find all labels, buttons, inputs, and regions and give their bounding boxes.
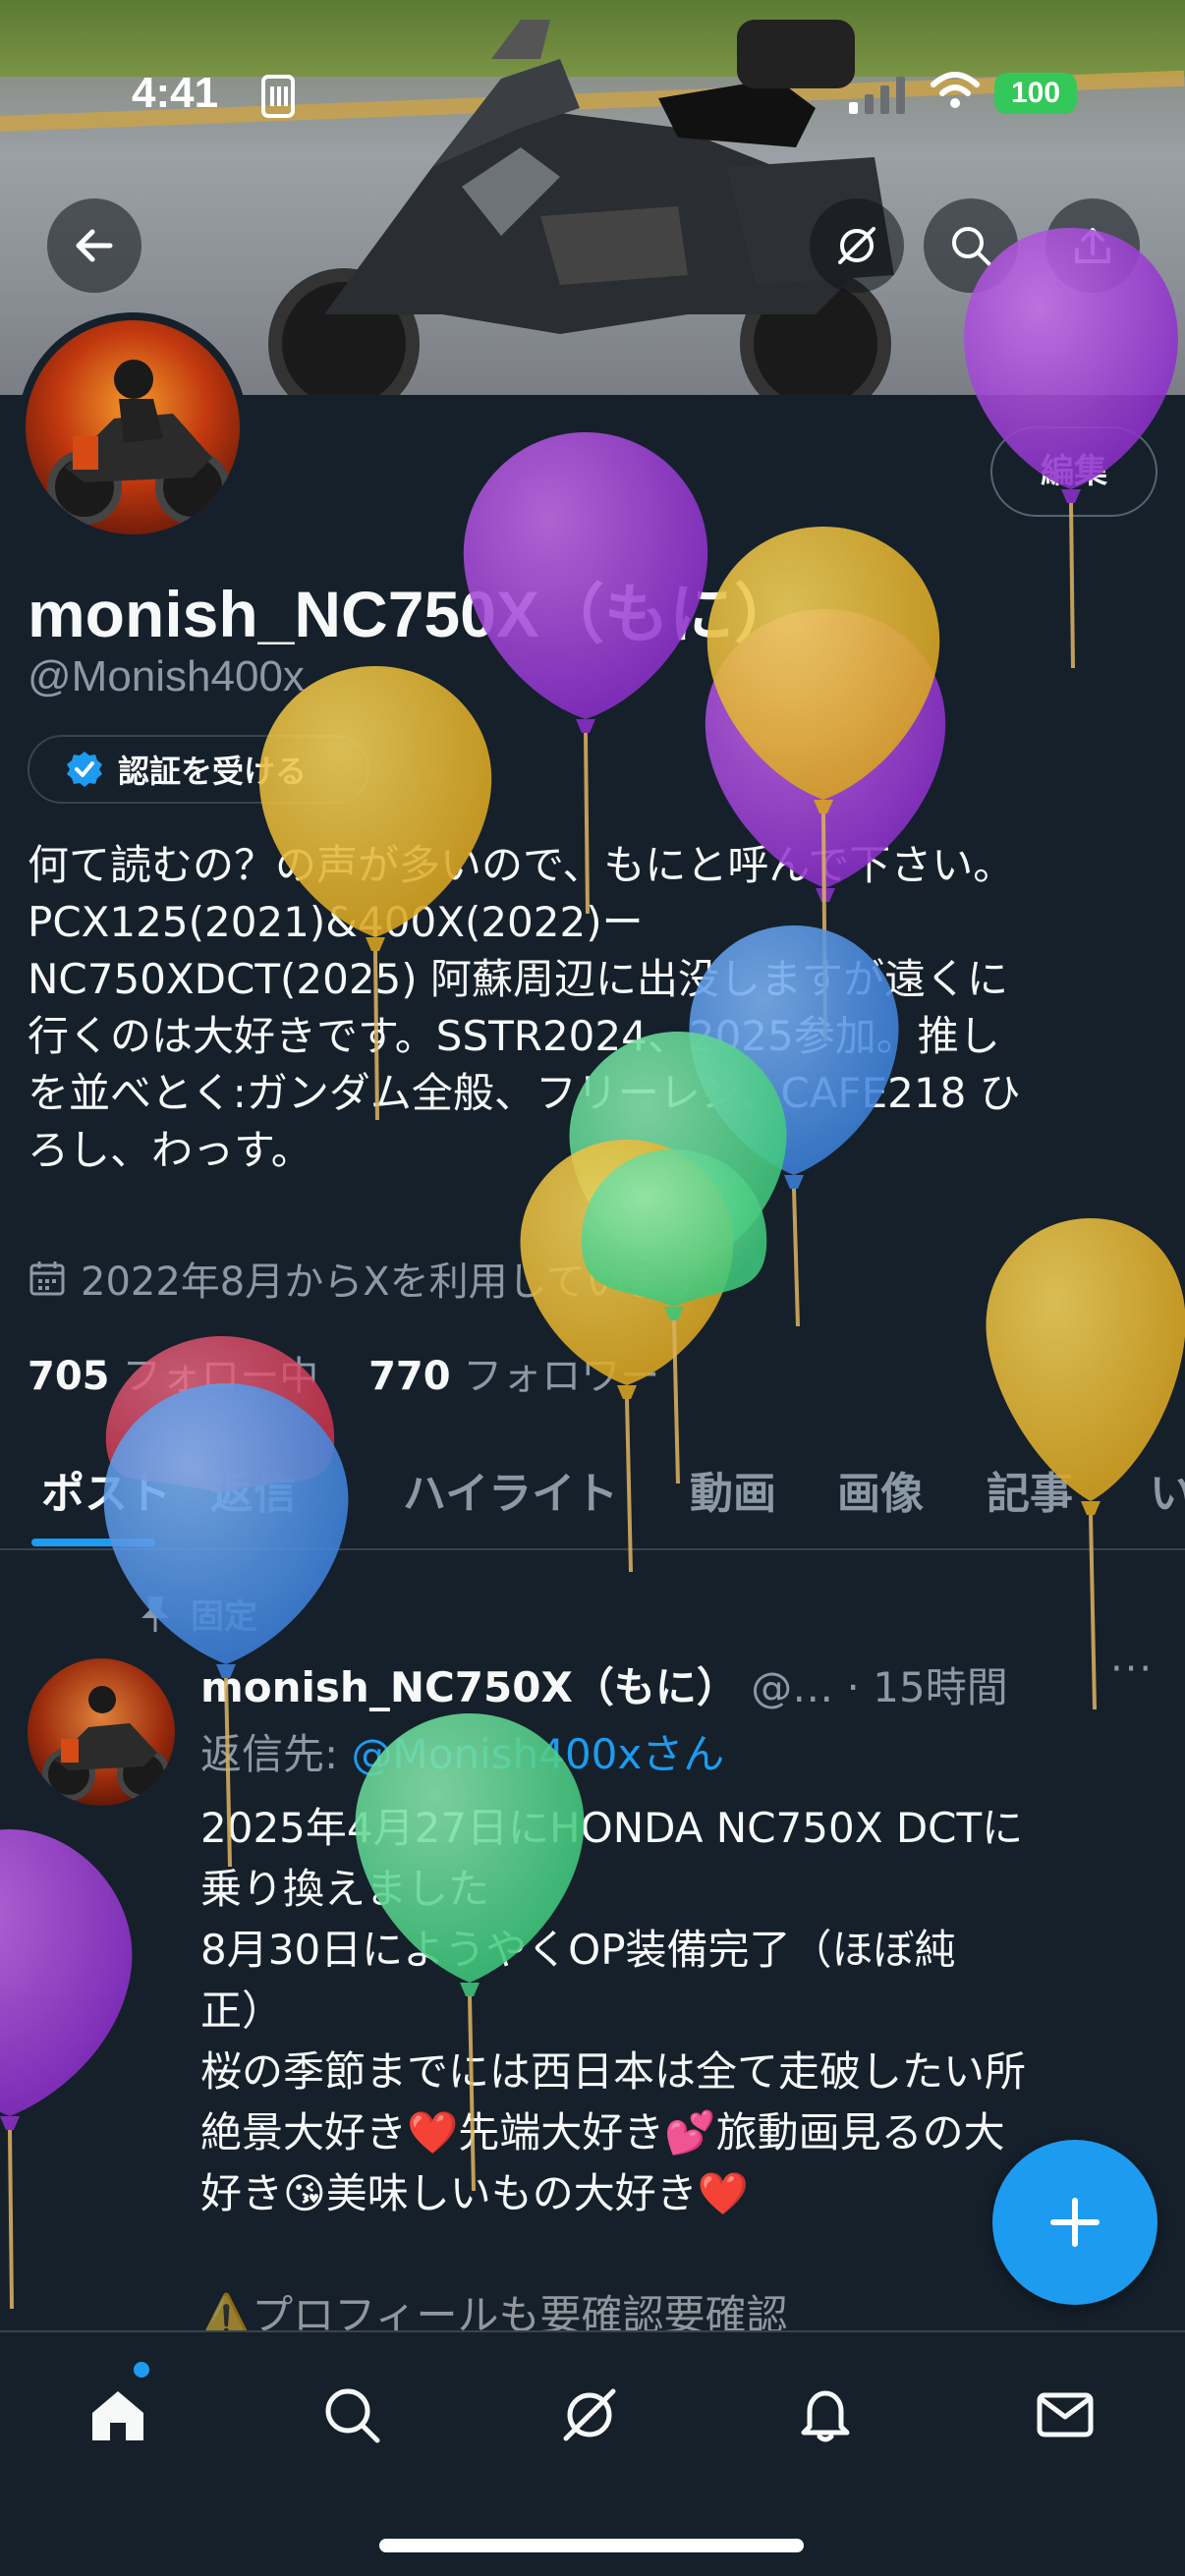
reply-to: 返信先: @Monish400xさん bbox=[200, 1721, 724, 1781]
nav-grok[interactable] bbox=[550, 2376, 629, 2454]
tab-videos[interactable]: 動画 bbox=[690, 1458, 776, 1521]
grok-icon bbox=[838, 227, 875, 264]
nav-search[interactable] bbox=[312, 2376, 391, 2454]
status-bar: 4:41 100 bbox=[0, 61, 1185, 130]
back-button[interactable] bbox=[47, 198, 141, 293]
profile-avatar[interactable] bbox=[18, 312, 248, 542]
nav-notifications[interactable] bbox=[786, 2376, 865, 2454]
share-button[interactable] bbox=[1045, 198, 1140, 293]
joined-date: 2022年8月からXを利用しています bbox=[28, 1250, 703, 1307]
bio-line: ろし、わっす。 bbox=[28, 1126, 312, 1174]
balloon-purple bbox=[0, 1829, 133, 2310]
search-icon bbox=[325, 2388, 380, 2443]
home-notification-dot bbox=[134, 2362, 149, 2378]
search-icon bbox=[952, 227, 991, 266]
post-avatar[interactable] bbox=[28, 1658, 175, 1806]
mail-icon bbox=[1037, 2392, 1094, 2437]
battery-indicator: 100 bbox=[994, 73, 1077, 114]
signal-icon bbox=[849, 77, 905, 114]
active-tab-indicator bbox=[31, 1539, 155, 1546]
calendar-icon bbox=[29, 1261, 65, 1296]
tab-likes[interactable]: い bbox=[1150, 1458, 1185, 1521]
tab-media[interactable]: 画像 bbox=[837, 1458, 924, 1521]
arrow-left-icon bbox=[76, 229, 113, 262]
profile-page: 4:41 100 編集 monish_NC750X（もに） @Monish400… bbox=[0, 0, 1185, 2576]
bio-line: 行くのは大好きです。SSTR2024、2025参加。推し bbox=[28, 1012, 1000, 1060]
pinned-indicator: 固定 bbox=[138, 1590, 257, 1638]
profile-tabs: ポスト 返信 ハイライト 動画 画像 記事 い bbox=[0, 1442, 1185, 1550]
following-link[interactable]: 705 フォロー中 bbox=[28, 1354, 318, 1399]
reply-prefix: 返信先: bbox=[200, 1730, 352, 1778]
tab-posts[interactable]: ポスト bbox=[41, 1458, 171, 1521]
post-line: 正） bbox=[200, 1987, 284, 2035]
followers-link[interactable]: 770 フォロワー bbox=[368, 1354, 659, 1399]
post-line: 桜の季節までには西日本は全て走破したい所 bbox=[200, 2047, 1027, 2096]
post-line: 2025年4月27日にHONDA NC750X DCTに bbox=[200, 1804, 1024, 1852]
bio-line: NC750XDCT(2025) 阿蘇周辺に出没しますが遠くに bbox=[28, 955, 1009, 1003]
sim-icon bbox=[261, 75, 295, 118]
bio-line: 何て読むの？の声が多いので、もにと呼んで下さい。 bbox=[28, 841, 1015, 889]
compose-button[interactable] bbox=[992, 2140, 1157, 2305]
post-avatar-image bbox=[42, 1686, 170, 1801]
pinned-label: 固定 bbox=[191, 1597, 257, 1637]
post-handle-time: @… · 15時間 bbox=[737, 1663, 1008, 1711]
post-more-button[interactable]: ··· bbox=[1110, 1647, 1154, 1692]
post-line: 8月30日にようやくOP装備完了（ほぼ純 bbox=[200, 1926, 956, 1974]
follow-stats: 705 フォロー中 770 フォロワー bbox=[28, 1344, 659, 1401]
nav-home[interactable] bbox=[79, 2376, 157, 2454]
joined-text: 2022年8月からXを利用しています bbox=[81, 1260, 704, 1305]
grok-button[interactable] bbox=[810, 198, 904, 293]
reply-target-link[interactable]: @Monish400xさん bbox=[352, 1730, 725, 1778]
bell-icon bbox=[801, 2390, 850, 2442]
followers-count: 770 bbox=[368, 1354, 451, 1399]
home-indicator bbox=[379, 2539, 804, 2552]
wifi-icon bbox=[931, 72, 980, 108]
profile-handle: @Monish400x bbox=[28, 652, 305, 700]
share-icon bbox=[1075, 228, 1110, 263]
home-icon bbox=[92, 2391, 143, 2440]
avatar-image bbox=[47, 360, 230, 525]
verified-badge-icon bbox=[67, 752, 102, 787]
tab-highlights[interactable]: ハイライト bbox=[403, 1458, 618, 1521]
grok-icon bbox=[563, 2388, 616, 2441]
post-header: monish_NC750X（もに） @… · 15時間 bbox=[200, 1654, 1163, 1714]
search-button[interactable] bbox=[924, 198, 1018, 293]
following-count: 705 bbox=[28, 1354, 110, 1399]
plus-icon bbox=[1050, 2198, 1100, 2247]
pin-icon bbox=[141, 1596, 169, 1632]
balloon-green bbox=[581, 1149, 767, 1484]
edit-profile-button[interactable]: 編集 bbox=[990, 426, 1157, 517]
post-author-name[interactable]: monish_NC750X（もに） bbox=[200, 1663, 738, 1711]
get-verified-label: 認証を受ける bbox=[118, 753, 308, 790]
post-line: 乗り換えました bbox=[200, 1865, 490, 1913]
profile-name: monish_NC750X（もに） bbox=[28, 578, 799, 650]
status-time: 4:41 bbox=[132, 69, 219, 117]
following-label: フォロー中 bbox=[122, 1354, 319, 1399]
followers-label: フォロワー bbox=[463, 1354, 660, 1399]
tab-articles[interactable]: 記事 bbox=[987, 1458, 1073, 1521]
tab-replies[interactable]: 返信 bbox=[210, 1458, 297, 1521]
get-verified-button[interactable]: 認証を受ける bbox=[28, 735, 369, 804]
nav-messages[interactable] bbox=[1026, 2376, 1104, 2454]
bio-line: を並べとく:ガンダム全般、フリーレン、CAFE218 ひ bbox=[28, 1069, 1021, 1117]
bio-line: PCX125(2021)&400X(2022)ー bbox=[28, 898, 644, 946]
profile-bio: 何て読むの？の声が多いので、もにと呼んで下さい。 PCX125(2021)&40… bbox=[28, 837, 1167, 1179]
